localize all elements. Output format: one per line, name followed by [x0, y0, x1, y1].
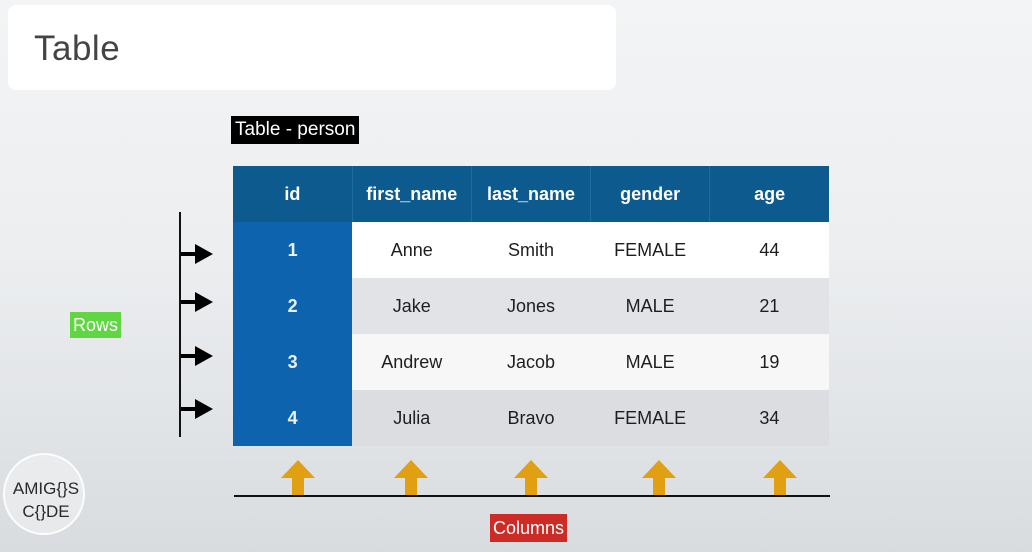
- table-cell: Jones: [471, 278, 591, 334]
- table-cell: MALE: [590, 334, 710, 390]
- column-header-first-name: first_name: [352, 166, 472, 222]
- row-arrow-icon: [181, 346, 213, 366]
- column-arrow-icon: [394, 460, 428, 496]
- column-header-last-name: last_name: [471, 166, 592, 222]
- column-arrow-icon: [763, 460, 797, 496]
- table-cell: Smith: [471, 222, 591, 278]
- table-cell: 44: [709, 222, 829, 278]
- row-arrow-icon: [181, 244, 213, 264]
- row-arrow-icon: [181, 399, 213, 419]
- logo-line-1: AMIG{}S: [12, 479, 80, 498]
- column-arrow-icon: [514, 460, 548, 496]
- table-cell-id: 2: [233, 278, 353, 334]
- columns-axis-line: [234, 495, 830, 497]
- slide-title: Table: [34, 29, 121, 68]
- table-cell: Julia: [352, 390, 472, 446]
- table-cell: 21: [709, 278, 829, 334]
- header-row: id first_name last_name gender age: [233, 166, 829, 222]
- table-cell: 19: [709, 334, 829, 390]
- table-row: 3 Andrew Jacob MALE 19: [233, 334, 829, 390]
- columns-label: Columns: [490, 514, 568, 542]
- table-caption: Table - person: [231, 116, 360, 144]
- table-cell: Andrew: [352, 334, 472, 390]
- person-table: id first_name last_name gender age 1 Ann…: [233, 166, 829, 446]
- table-cell: FEMALE: [590, 222, 710, 278]
- table-row: 4 Julia Bravo FEMALE 34: [233, 390, 829, 446]
- column-arrow-icon: [281, 460, 315, 496]
- table-cell: Anne: [352, 222, 472, 278]
- table-cell: Jake: [352, 278, 472, 334]
- table-cell: Bravo: [471, 390, 591, 446]
- column-header-gender: gender: [590, 166, 711, 222]
- table-row: 2 Jake Jones MALE 21: [233, 278, 829, 334]
- column-header-id: id: [233, 166, 353, 222]
- table-cell: FEMALE: [590, 390, 710, 446]
- column-header-age: age: [709, 166, 829, 222]
- column-arrow-icon: [642, 460, 676, 496]
- amigoscode-logo: AMIG{}S C{}DE: [3, 453, 85, 535]
- table-cell-id: 3: [233, 334, 353, 390]
- title-card: Table: [8, 5, 616, 90]
- table-cell: Jacob: [471, 334, 591, 390]
- logo-line-2: C{}DE: [22, 502, 70, 521]
- table-cell-id: 1: [233, 222, 353, 278]
- table-cell: MALE: [590, 278, 710, 334]
- table-cell-id: 4: [233, 390, 353, 446]
- row-arrow-icon: [181, 292, 213, 312]
- table-row: 1 Anne Smith FEMALE 44: [233, 222, 829, 278]
- rows-label: Rows: [70, 312, 122, 338]
- table-cell: 34: [709, 390, 829, 446]
